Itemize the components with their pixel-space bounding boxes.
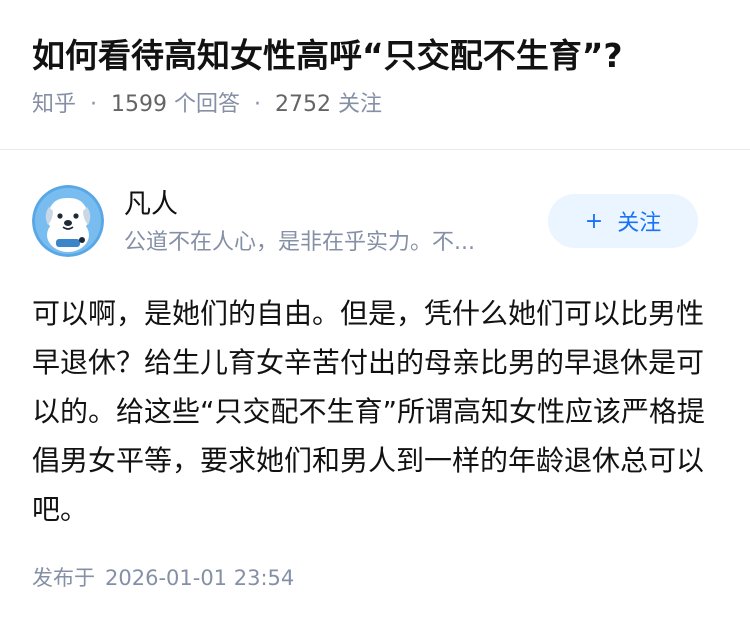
cartoon-dog-avatar-icon[interactable] [32,185,104,257]
answer-content: 可以啊，是她们的自由。但是，凭什么她们可以比男性早退休？给生儿育女辛苦付出的母亲… [32,297,706,526]
meta-separator: · [254,92,262,117]
source-label[interactable]: 知乎 [32,92,76,117]
publish-time: 发布于 2026-01-01 23:54 [32,563,294,593]
follow-button-label: 关注 [617,211,662,236]
author-name[interactable]: 凡人 [124,187,178,223]
author-info: 凡人 公道不在人心，是非在乎实力。不... + 关注 [32,185,718,265]
answer-count: 1599 [111,92,168,117]
author-bio: 公道不在人心，是非在乎实力。不... [124,230,475,255]
follow-count-label: 关注 [338,92,383,117]
meta-separator: · [90,92,98,117]
question-header: 如何看待高知女性高呼“只交配不生育”? 知乎 · 1599 个回答 · 2752 关注 [0,0,750,150]
follow-count: 2752 [275,92,332,117]
publish-date: 2026-01-01 23:54 [105,566,295,590]
question-meta: 知乎 · 1599 个回答 · 2752 关注 [32,88,718,122]
avatar-image [32,185,104,257]
question-title[interactable]: 如何看待高知女性高呼“只交配不生育”? [32,30,718,82]
publish-label: 发布于 [32,566,95,590]
follow-button[interactable]: + 关注 [548,194,698,248]
answer-count-label: 个回答 [174,92,241,117]
answer-card: 凡人 公道不在人心，是非在乎实力。不... + 关注 可以啊，是她们的自由。但是… [0,151,750,630]
plus-icon: + [584,208,604,234]
